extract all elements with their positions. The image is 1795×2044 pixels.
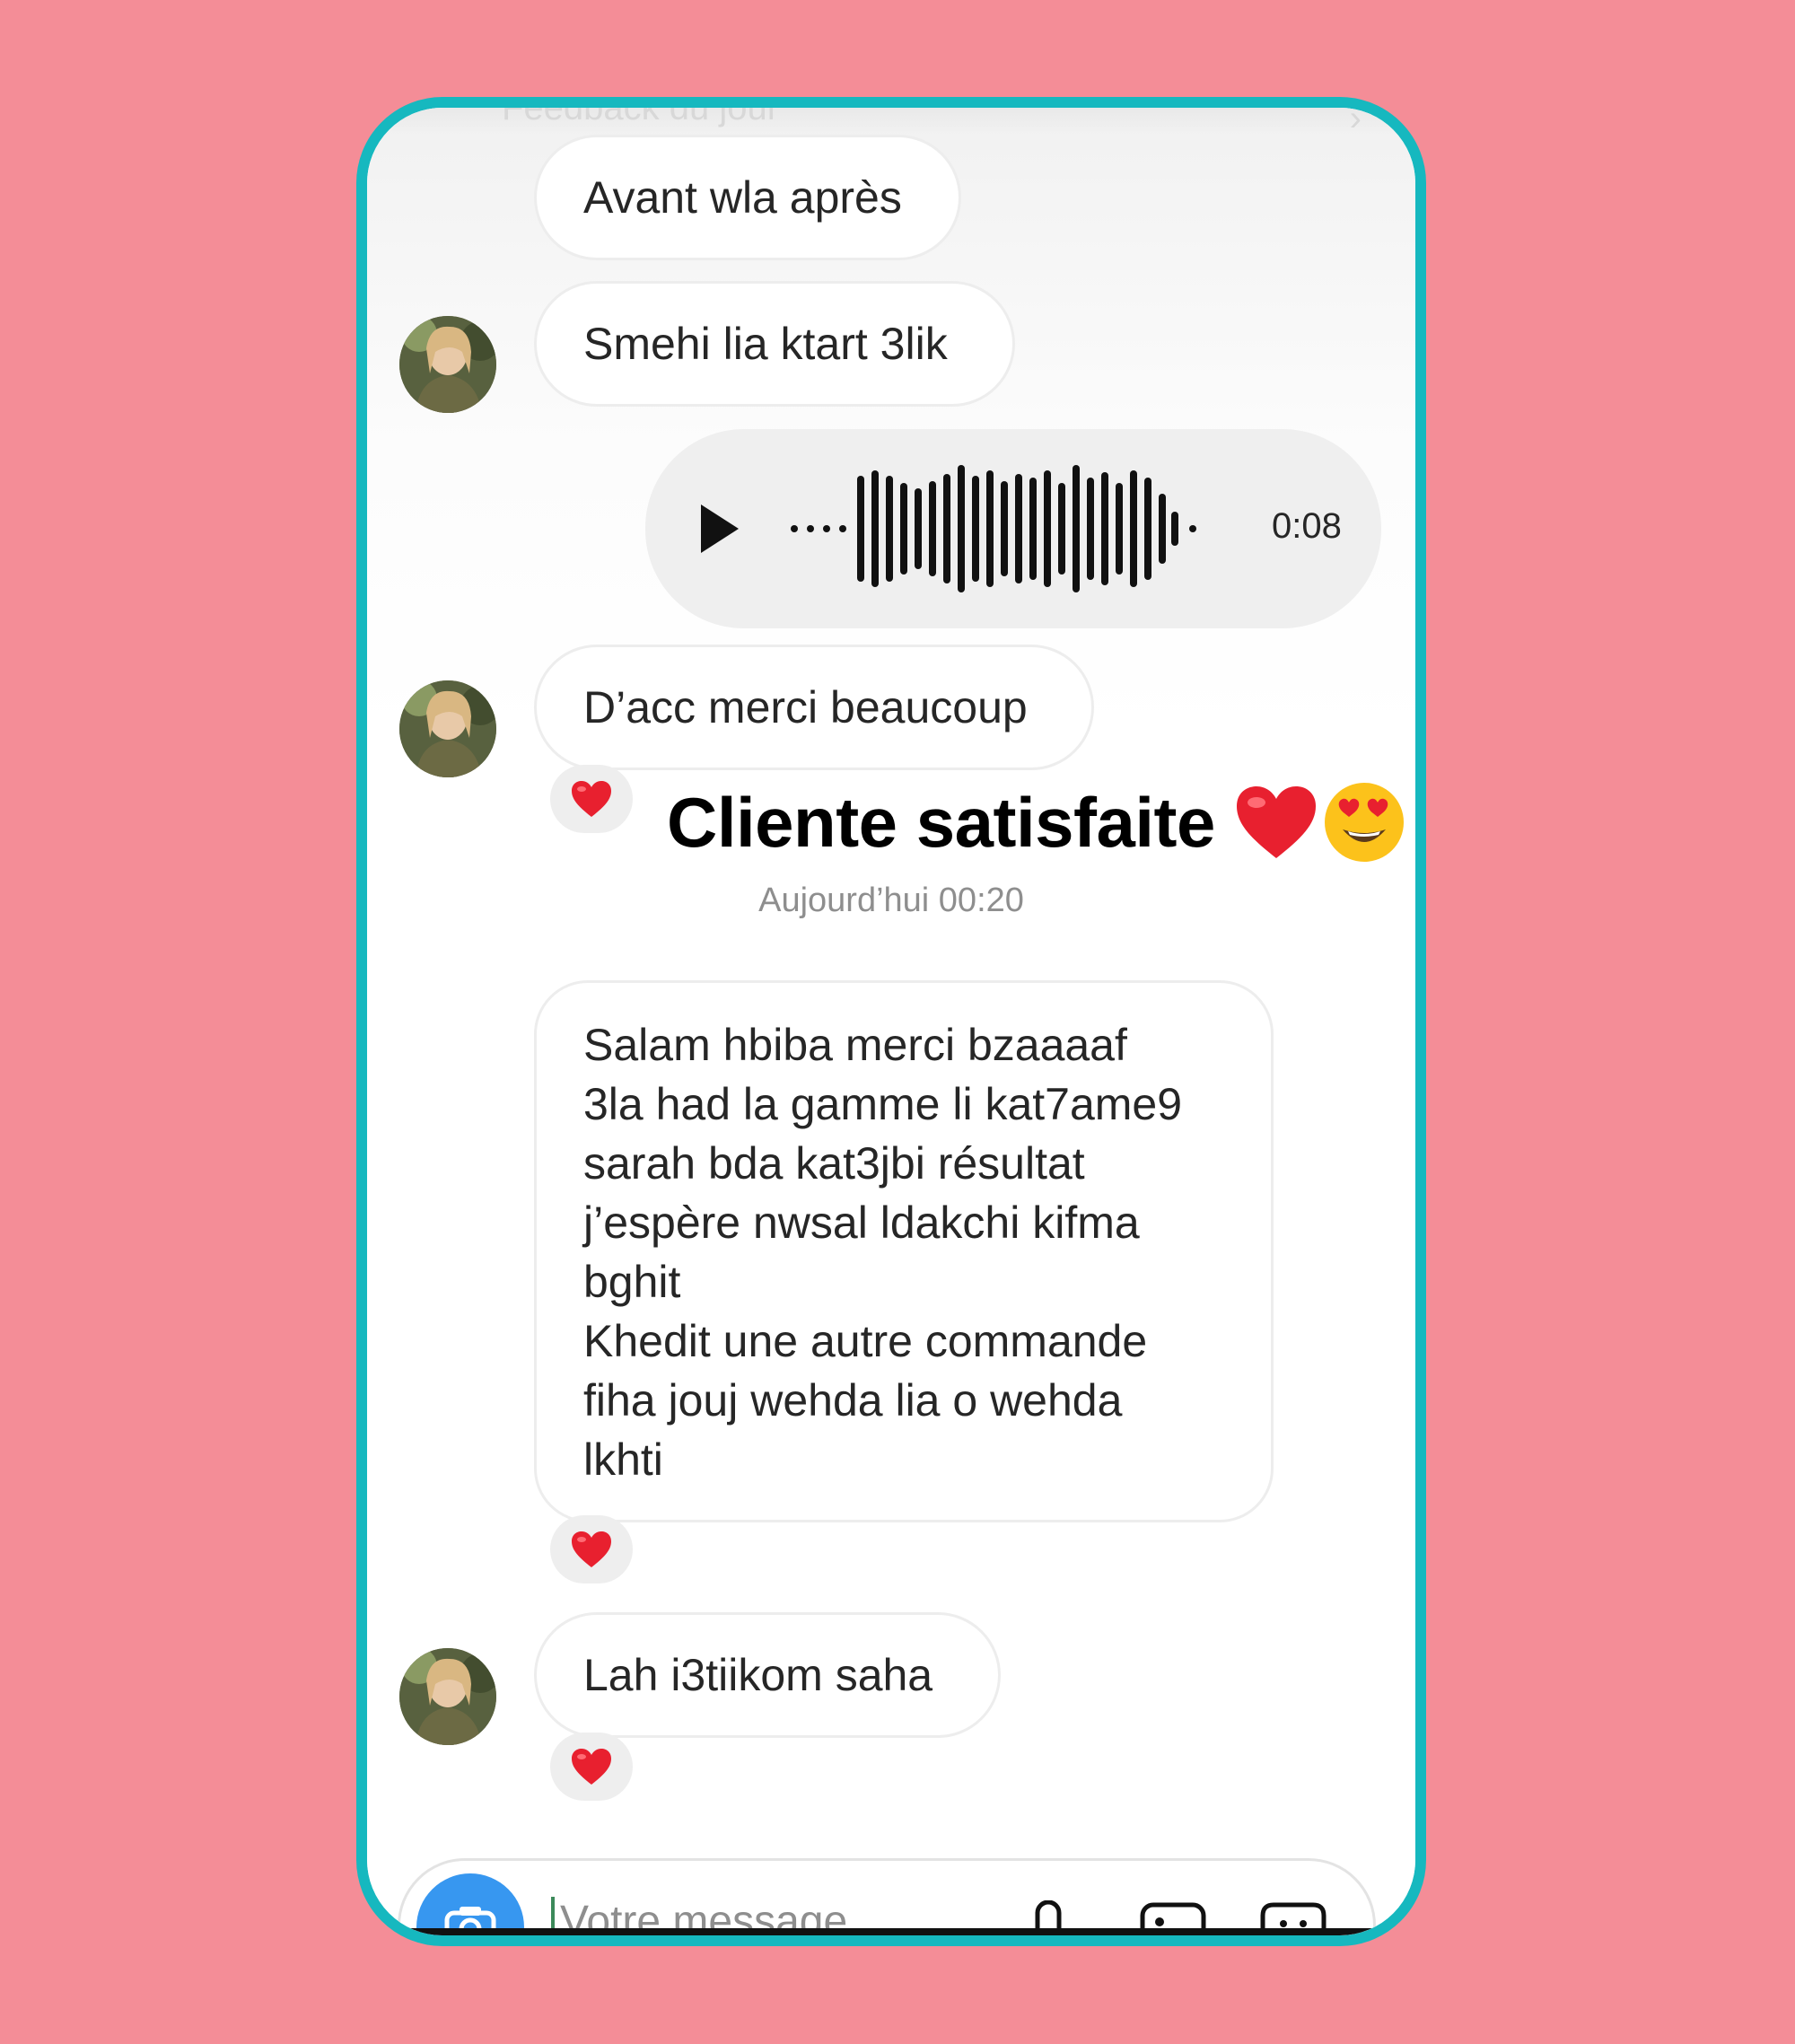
message-line: Salam hbiba merci bzaaaaf: [583, 1020, 1127, 1070]
message-bubble[interactable]: Salam hbiba merci bzaaaaf 3la had la gam…: [534, 980, 1274, 1522]
phone-frame: Feedback du jour › Avant wla après Smehi…: [356, 97, 1426, 1946]
message-line: fiha jouj wehda lia o wehda: [583, 1375, 1123, 1426]
waveform: [791, 465, 1196, 592]
message-input[interactable]: Votre message...: [551, 1897, 883, 1935]
play-icon[interactable]: [697, 503, 740, 555]
message-bubble[interactable]: Smehi lia ktart 3lik: [534, 281, 1015, 407]
avatar[interactable]: [399, 316, 496, 413]
sticker-icon[interactable]: [1260, 1902, 1327, 1946]
voice-message[interactable]: 0:08: [645, 429, 1381, 628]
message-bubble[interactable]: Avant wla après: [534, 135, 961, 260]
heart-icon: [572, 1531, 611, 1567]
message-text: Smehi lia ktart 3lik: [583, 319, 948, 369]
chat-screen: Feedback du jour › Avant wla après Smehi…: [367, 108, 1415, 1935]
reaction-badge[interactable]: [550, 1733, 633, 1801]
chat-title: Feedback du jour: [502, 97, 780, 127]
message-line: Khedit une autre commande: [583, 1316, 1148, 1366]
message-line: 3la had la gamme li kat7ame9: [583, 1079, 1183, 1129]
message-text: Avant wla après: [583, 172, 902, 223]
heart-icon: [1236, 786, 1316, 858]
camera-icon: [444, 1907, 496, 1935]
bottom-bar: [367, 1928, 1415, 1935]
message-text: D’acc merci beaucoup: [583, 682, 1028, 733]
message-text: Lah i3tiikom saha: [583, 1650, 933, 1700]
headline: Cliente satisfaite: [667, 781, 1405, 864]
message-bubble[interactable]: Lah i3tiikom saha: [534, 1612, 1001, 1738]
reaction-badge[interactable]: [550, 765, 633, 833]
headline-text: Cliente satisfaite: [667, 782, 1215, 862]
avatar[interactable]: [399, 1648, 496, 1745]
message-line: lkhti: [583, 1434, 663, 1485]
gallery-icon[interactable]: [1140, 1902, 1206, 1946]
message-line: j’espère nwsal ldakchi kifma: [583, 1197, 1140, 1248]
heart-icon: [572, 781, 611, 817]
message-line: sarah bda kat3jbi résultat: [583, 1138, 1085, 1189]
heart-eyes-emoji: [1324, 783, 1404, 862]
voice-duration: 0:08: [1272, 506, 1342, 546]
reaction-badge[interactable]: [550, 1515, 633, 1583]
microphone-icon[interactable]: [1029, 1900, 1068, 1946]
chevron-right-icon[interactable]: ›: [1350, 108, 1362, 139]
heart-icon: [572, 1749, 611, 1785]
message-bubble[interactable]: D’acc merci beaucoup: [534, 645, 1094, 770]
message-line: bghit: [583, 1257, 681, 1307]
timestamp: Aujourd’hui 00:20: [758, 882, 1024, 919]
avatar[interactable]: [399, 680, 496, 777]
